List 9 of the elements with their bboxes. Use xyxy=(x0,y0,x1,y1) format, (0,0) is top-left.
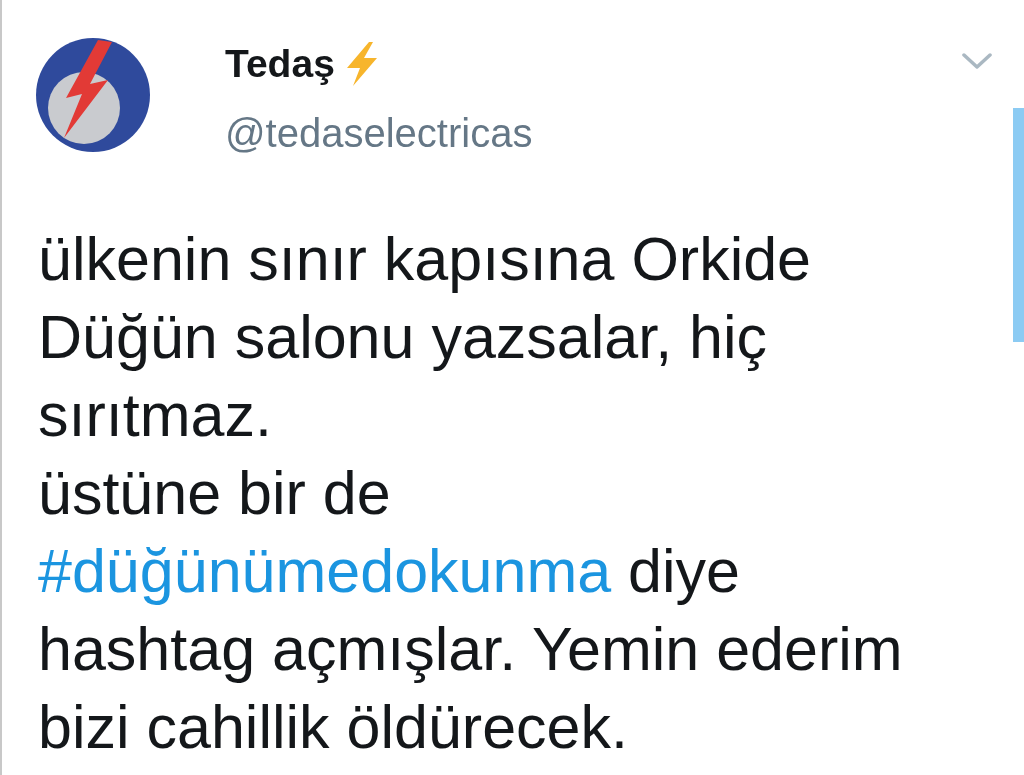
avatar-image[interactable] xyxy=(36,38,150,152)
more-options-button[interactable] xyxy=(962,52,992,70)
author-handle: @tedaselectricas xyxy=(225,110,533,157)
chevron-down-icon xyxy=(962,52,992,70)
hashtag-link[interactable]: #düğünümedokunma xyxy=(38,537,612,605)
scrollbar-thumb[interactable] xyxy=(1013,108,1024,342)
tweet-text: ülkenin sınır kapısına Orkide Düğün salonu yazsalar, hiç sırıtmaz. xyxy=(38,224,813,451)
author-name: Tedaş xyxy=(225,41,335,86)
tweet-text: üstüne bir de #düğünümedokunma diye hashtag açmışlar. Yemin ederim bizi cahillik öldürecek. xyxy=(38,458,904,763)
